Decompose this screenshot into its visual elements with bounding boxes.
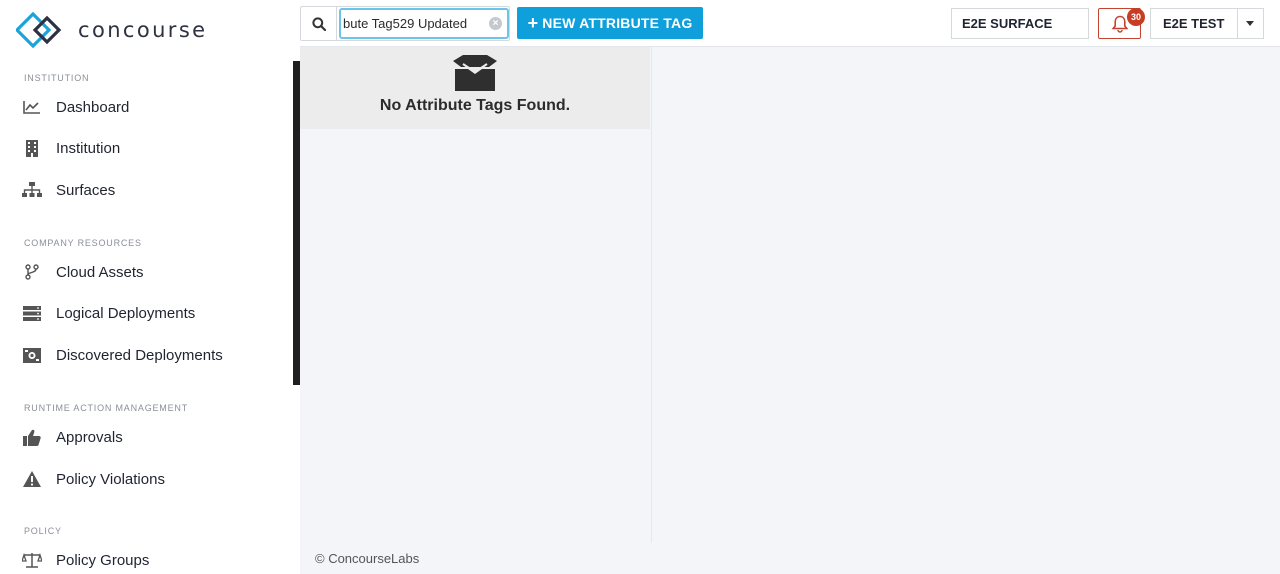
sidebar-item-dashboard[interactable]: Dashboard: [22, 92, 129, 122]
sidebar-item-approvals[interactable]: Approvals: [22, 422, 123, 452]
sidebar-scrollbar[interactable]: [293, 61, 300, 385]
search-icon[interactable]: [301, 7, 337, 40]
new-attribute-tag-button[interactable]: + NEW ATTRIBUTE TAG: [517, 7, 703, 39]
sidebar-item-surfaces[interactable]: Surfaces: [22, 175, 115, 205]
concourse-logo-icon: [16, 12, 62, 48]
thumbs-up-icon: [22, 427, 42, 447]
search-box: ×: [300, 6, 510, 41]
sidebar-item-label: Policy Violations: [56, 470, 165, 488]
main-content: No Attribute Tags Found. © ConcourseLabs: [300, 47, 1280, 574]
sidebar: concourse INSTITUTION Dashboard Institut…: [0, 0, 300, 574]
empty-state-message: No Attribute Tags Found.: [379, 97, 571, 114]
logo[interactable]: concourse: [16, 12, 208, 48]
sidebar-item-label: Logical Deployments: [56, 304, 196, 322]
plus-icon: +: [527, 13, 539, 33]
surface-selector-button[interactable]: E2E SURFACE: [951, 8, 1089, 39]
sidebar-item-label: Discovered Deployments: [56, 346, 223, 364]
sidebar-item-cloud-assets[interactable]: Cloud Assets: [22, 257, 144, 287]
user-name: E2E TEST: [1163, 16, 1225, 31]
sidebar-item-label: Institution: [56, 139, 121, 157]
sidebar-item-label: Approvals: [56, 428, 123, 446]
sidebar-item-institution[interactable]: Institution: [22, 133, 120, 163]
sidebar-item-label: Surfaces: [56, 181, 116, 199]
sitemap-icon: [22, 180, 42, 200]
notification-count-badge: 30: [1127, 8, 1145, 26]
top-bar: × + NEW ATTRIBUTE TAG E2E SURFACE 30 E2E…: [300, 0, 1280, 47]
chart-line-icon: [22, 97, 42, 117]
building-icon: [22, 138, 42, 158]
brand-name: concourse: [78, 18, 208, 42]
search-input-wrapper: ×: [339, 8, 509, 39]
sidebar-item-label: Policy Groups: [56, 551, 150, 569]
section-title-runtime-action-management: RUNTIME ACTION MANAGEMENT: [24, 403, 189, 413]
new-attribute-tag-label: NEW ATTRIBUTE TAG: [542, 15, 693, 31]
sidebar-item-logical-deployments[interactable]: Logical Deployments: [22, 298, 195, 328]
sidebar-item-policy-violations[interactable]: Policy Violations: [22, 464, 165, 494]
discovered-icon: [22, 345, 42, 365]
server-icon: [22, 303, 42, 323]
attribute-tag-list-panel: No Attribute Tags Found.: [300, 47, 652, 543]
code-branch-icon: [22, 262, 42, 282]
bell-icon: [1111, 15, 1128, 33]
caret-down-icon[interactable]: [1236, 9, 1263, 38]
footer-copyright: © ConcourseLabs: [315, 551, 420, 566]
section-title-policy: POLICY: [24, 526, 62, 536]
sidebar-item-label: Cloud Assets: [56, 263, 144, 281]
warning-icon: [22, 469, 42, 489]
sidebar-item-label: Dashboard: [56, 98, 130, 116]
section-title-company-resources: COMPANY RESOURCES: [24, 238, 142, 248]
balance-scale-icon: [22, 550, 42, 570]
clear-search-icon[interactable]: ×: [489, 17, 502, 30]
sidebar-item-discovered-deployments[interactable]: Discovered Deployments: [22, 340, 223, 370]
search-input[interactable]: [341, 16, 489, 31]
section-title-institution: INSTITUTION: [24, 73, 90, 83]
notifications-button[interactable]: 30: [1098, 8, 1145, 39]
empty-state-card: No Attribute Tags Found.: [300, 47, 650, 129]
user-menu-button[interactable]: E2E TEST: [1150, 8, 1264, 39]
sidebar-item-policy-groups[interactable]: Policy Groups: [22, 545, 149, 574]
empty-box-icon: [453, 55, 497, 91]
